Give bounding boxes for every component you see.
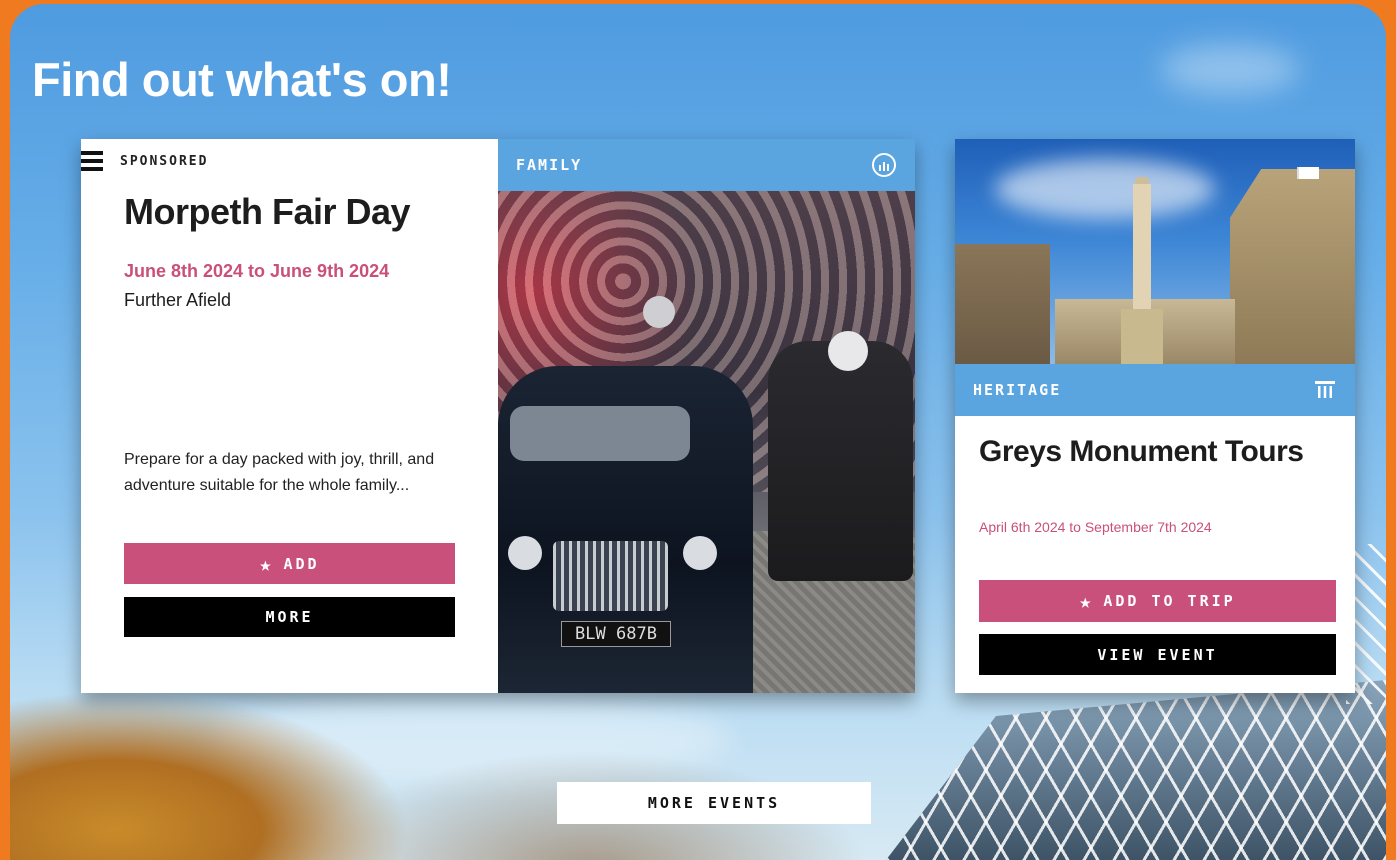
add-to-trip-label: ADD TO TRIP	[1103, 592, 1236, 610]
star-icon: ★	[259, 551, 272, 576]
more-button-label: MORE	[265, 608, 314, 626]
view-event-button[interactable]: VIEW EVENT	[979, 634, 1336, 675]
event-card-greys-monument: HERITAGE Greys Monument Tours April 6th …	[955, 139, 1355, 693]
sponsored-badge: SPONSORED	[120, 154, 209, 169]
add-button[interactable]: ★ ADD	[124, 543, 455, 584]
event-title[interactable]: Greys Monument Tours	[979, 435, 1304, 469]
event-photo-monument[interactable]	[955, 139, 1355, 364]
page-background: Find out what's on! SPONSORED Morpeth Fa…	[10, 4, 1386, 860]
featured-event-title[interactable]: Morpeth Fair Day	[124, 191, 411, 233]
more-button[interactable]: MORE	[124, 597, 455, 637]
category-bar: FAMILY	[498, 139, 915, 191]
background-cloud	[1160, 44, 1300, 94]
category-label: FAMILY	[516, 156, 583, 174]
featured-event-details: SPONSORED Morpeth Fair Day June 8th 2024…	[81, 139, 498, 693]
photo-car-grille	[553, 541, 668, 611]
photo-helmet	[643, 296, 675, 328]
featured-event-location: Further Afield	[124, 290, 232, 310]
photo-motorcycle	[768, 341, 913, 581]
featured-event-dates: June 8th 2024 to June 9th 2024	[124, 261, 390, 281]
photo-car-window	[510, 406, 690, 461]
category-bar: HERITAGE	[955, 364, 1355, 416]
column-icon	[1315, 381, 1335, 398]
photo-building	[1230, 169, 1355, 364]
event-dates: April 6th 2024 to September 7th 2024	[979, 519, 1212, 535]
photo-monument-column	[1133, 184, 1151, 314]
background-autumn-trees	[10, 690, 410, 860]
add-to-trip-button[interactable]: ★ ADD TO TRIP	[979, 580, 1336, 622]
page-title: Find out what's on!	[32, 53, 452, 106]
featured-event-description: Prepare for a day packed with joy, thril…	[124, 451, 435, 494]
background-stadium	[886, 680, 1386, 860]
photo-helmet	[828, 331, 868, 371]
event-photo-classic-cars[interactable]: BLW 687B	[498, 191, 915, 693]
photo-number-plate: BLW 687B	[561, 621, 671, 647]
photo-vintage-car: BLW 687B	[498, 366, 753, 693]
featured-event-card: SPONSORED Morpeth Fair Day June 8th 2024…	[81, 139, 915, 693]
category-label: HERITAGE	[973, 381, 1062, 399]
photo-car-headlight	[683, 536, 717, 570]
photo-monument-base	[1121, 309, 1163, 364]
photo-cloud	[995, 159, 1215, 219]
photo-flag	[1297, 167, 1319, 179]
more-events-button[interactable]: MORE EVENTS	[557, 782, 871, 824]
more-events-label: MORE EVENTS	[647, 794, 781, 812]
hamburger-menu-icon[interactable]	[81, 151, 103, 173]
photo-car-headlight	[508, 536, 542, 570]
star-icon: ★	[1079, 589, 1092, 613]
add-button-label: ADD	[283, 554, 320, 573]
featured-event-media: FAMILY BLW 687B	[498, 139, 915, 693]
photo-building	[955, 244, 1050, 364]
family-category-icon	[872, 153, 896, 177]
view-event-label: VIEW EVENT	[1097, 645, 1218, 664]
